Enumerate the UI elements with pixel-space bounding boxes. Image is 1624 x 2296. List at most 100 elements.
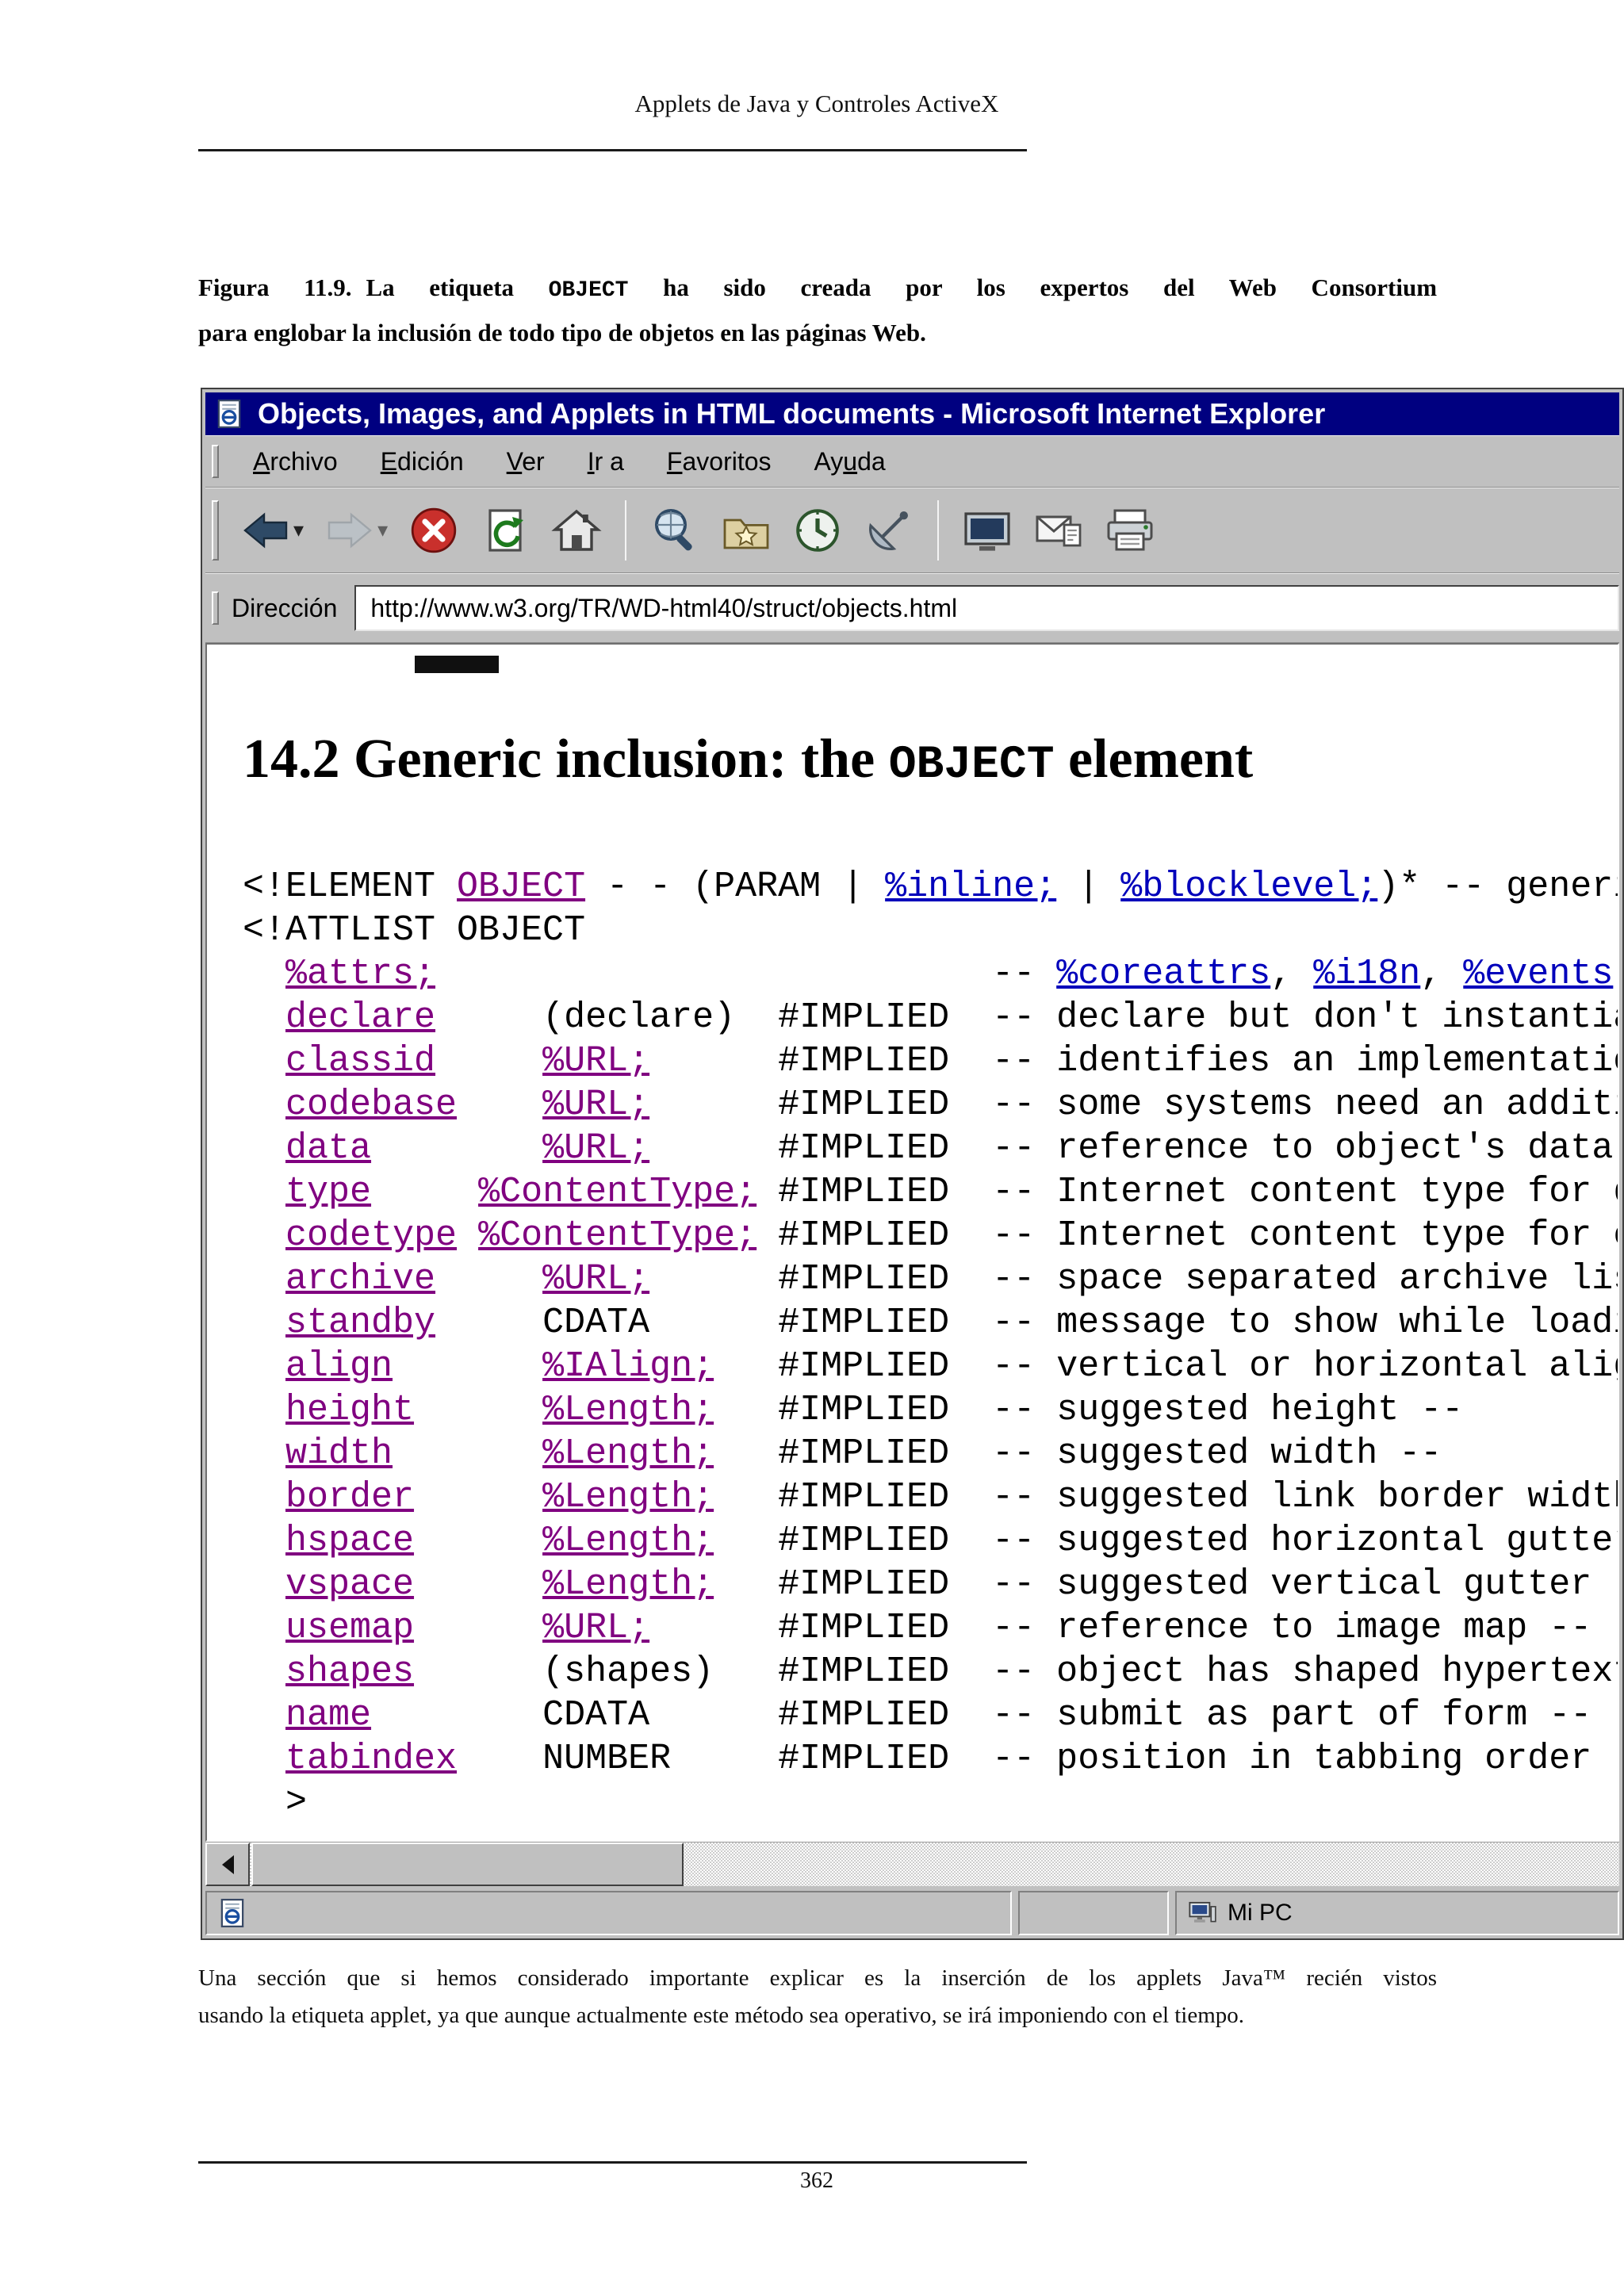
scroll-left-button[interactable] (205, 1843, 250, 1886)
toolbar-separator (625, 500, 627, 561)
menu-bar-gripper[interactable] (212, 445, 219, 478)
figure-caption: Figura 11.9. La etiqueta OBJECT ha sido c… (198, 266, 1437, 354)
dtd-link[interactable]: %blocklevel; (1120, 867, 1377, 907)
dtd-text: , (1270, 954, 1314, 994)
dtd-text: #IMPLIED -- reference to object's data -… (649, 1128, 1619, 1169)
mail-button[interactable] (1025, 494, 1093, 567)
dtd-link[interactable]: %Length; (542, 1564, 714, 1605)
dtd-text: | (1056, 867, 1121, 907)
channels-icon (864, 505, 914, 556)
toolbar-gripper[interactable] (212, 500, 219, 561)
forward-button[interactable]: ▾ (316, 494, 396, 567)
dtd-link[interactable]: type (285, 1172, 371, 1212)
dtd-line: vspace %Length; #IMPLIED -- suggested ve… (243, 1563, 1618, 1606)
dtd-link[interactable]: %ContentType; (478, 1215, 756, 1256)
scrollbar-thumb[interactable] (251, 1843, 684, 1886)
dtd-link[interactable]: %URL; (542, 1041, 649, 1081)
figure-caption-line1: Figura 11.9. La etiqueta OBJECT ha sido c… (198, 266, 1437, 312)
favorites-button[interactable] (712, 494, 780, 567)
dtd-link[interactable]: %URL; (542, 1128, 649, 1169)
dtd-link[interactable]: %Length; (542, 1477, 714, 1517)
dtd-link[interactable]: %i18n (1313, 954, 1420, 994)
dtd-text (414, 1608, 542, 1648)
address-input[interactable]: http://www.w3.org/TR/WD-html40/struct/ob… (354, 585, 1619, 631)
body-paragraph-line2: usando la etiqueta applet, ya que aunque… (198, 2003, 1245, 2028)
dtd-link[interactable]: %URL; (542, 1608, 649, 1648)
left-triangle-icon (221, 1854, 234, 1874)
dtd-line: type %ContentType; #IMPLIED -- Internet … (243, 1170, 1618, 1214)
dtd-link[interactable]: %coreattrs (1056, 954, 1270, 994)
dtd-text (243, 1128, 285, 1169)
horizontal-scrollbar[interactable] (205, 1842, 1619, 1886)
dtd-text: -- (435, 954, 1057, 994)
address-value: http://www.w3.org/TR/WD-html40/struct/ob… (370, 593, 958, 622)
page-content: 14.2 Generic inclusion: the OBJECT eleme… (205, 643, 1619, 1842)
dtd-link[interactable]: width (285, 1433, 393, 1474)
back-button[interactable]: ▾ (232, 494, 312, 567)
dtd-text: #IMPLIED -- some systems need an additio… (778, 1085, 1618, 1125)
refresh-button[interactable] (471, 494, 539, 567)
dtd-link[interactable]: border (285, 1477, 414, 1517)
dtd-link[interactable]: %Length; (542, 1433, 714, 1474)
dtd-link[interactable]: data (285, 1128, 371, 1169)
dtd-link[interactable]: %Length; (542, 1521, 714, 1561)
dtd-link[interactable]: name (285, 1695, 371, 1735)
menu-item-ayuda[interactable]: Ayuda (793, 436, 907, 487)
dtd-link[interactable]: %events (1463, 954, 1613, 994)
dtd-link[interactable]: standby (285, 1303, 435, 1343)
menu-bar-items: Archivo Edición Ver Ir a Favoritos Ayuda (232, 436, 907, 487)
dtd-link[interactable]: shapes (285, 1651, 414, 1692)
dtd-link[interactable]: OBJECT (457, 867, 585, 907)
dtd-link[interactable]: height (285, 1390, 414, 1430)
search-button[interactable] (641, 494, 709, 567)
stop-button[interactable] (400, 494, 468, 567)
menu-item-ver[interactable]: Ver (485, 436, 566, 487)
ie-window-icon[interactable] (213, 398, 245, 430)
dtd-link[interactable]: codetype (285, 1215, 457, 1256)
dtd-link[interactable]: %inline; (885, 867, 1056, 907)
dtd-link[interactable]: codebase (285, 1085, 457, 1125)
dtd-link[interactable]: tabindex (285, 1739, 457, 1779)
menu-item-edicion[interactable]: Edición (359, 436, 485, 487)
menu-item-favoritos[interactable]: Favoritos (645, 436, 793, 487)
address-bar-gripper[interactable] (212, 591, 219, 625)
dtd-text (414, 1521, 542, 1561)
history-button[interactable] (783, 494, 852, 567)
dtd-line: border %Length; #IMPLIED -- suggested li… (243, 1475, 1618, 1519)
dtd-link[interactable]: vspace (285, 1564, 414, 1605)
dtd-line: codetype %ContentType; #IMPLIED -- Inter… (243, 1214, 1618, 1257)
search-icon (649, 505, 700, 556)
dtd-link[interactable]: declare (285, 997, 435, 1038)
dtd-text: NUMBER #IMPLIED -- position in tabbing o… (457, 1739, 1619, 1779)
dtd-link[interactable]: %Length; (542, 1390, 714, 1430)
dtd-link[interactable]: %attrs; (285, 954, 435, 994)
dtd-line: height %Length; #IMPLIED -- suggested he… (243, 1388, 1618, 1432)
dtd-text: #IMPLIED -- reference to image map -- (649, 1608, 1592, 1648)
dtd-link[interactable]: %URL; (542, 1085, 649, 1125)
dtd-link[interactable]: usemap (285, 1608, 414, 1648)
dtd-link[interactable]: align (285, 1346, 393, 1387)
fullscreen-button[interactable] (953, 494, 1021, 567)
dtd-link[interactable]: %URL; (542, 1259, 649, 1299)
dtd-link[interactable]: hspace (285, 1521, 414, 1561)
dtd-link[interactable]: archive (285, 1259, 435, 1299)
menu-item-archivo[interactable]: Archivo (232, 436, 359, 487)
dtd-line: <!ELEMENT OBJECT - - (PARAM | %inline; |… (243, 865, 1618, 909)
title-bar: Objects, Images, and Applets in HTML doc… (205, 392, 1619, 435)
print-button[interactable] (1096, 494, 1164, 567)
dtd-link[interactable]: classid (285, 1041, 435, 1081)
home-button[interactable] (542, 494, 611, 567)
dtd-text (243, 1346, 285, 1387)
dtd-text (414, 1477, 542, 1517)
dtd-link[interactable]: %IAlign; (542, 1346, 714, 1387)
address-label: Dirección (232, 594, 338, 622)
menu-item-ir-a[interactable]: Ir a (566, 436, 645, 487)
dtd-text: CDATA #IMPLIED -- submit as part of form… (371, 1695, 1592, 1735)
dtd-text (414, 1390, 542, 1430)
dtd-text: )* -- generic embedded object --> (1377, 867, 1618, 907)
heading-code: OBJECT (888, 740, 1055, 791)
channels-button[interactable] (855, 494, 923, 567)
ie-page-icon (216, 1897, 248, 1929)
dtd-line: %attrs; -- %coreattrs, %i18n, %events -- (243, 952, 1618, 996)
dtd-link[interactable]: %ContentType; (478, 1172, 756, 1212)
